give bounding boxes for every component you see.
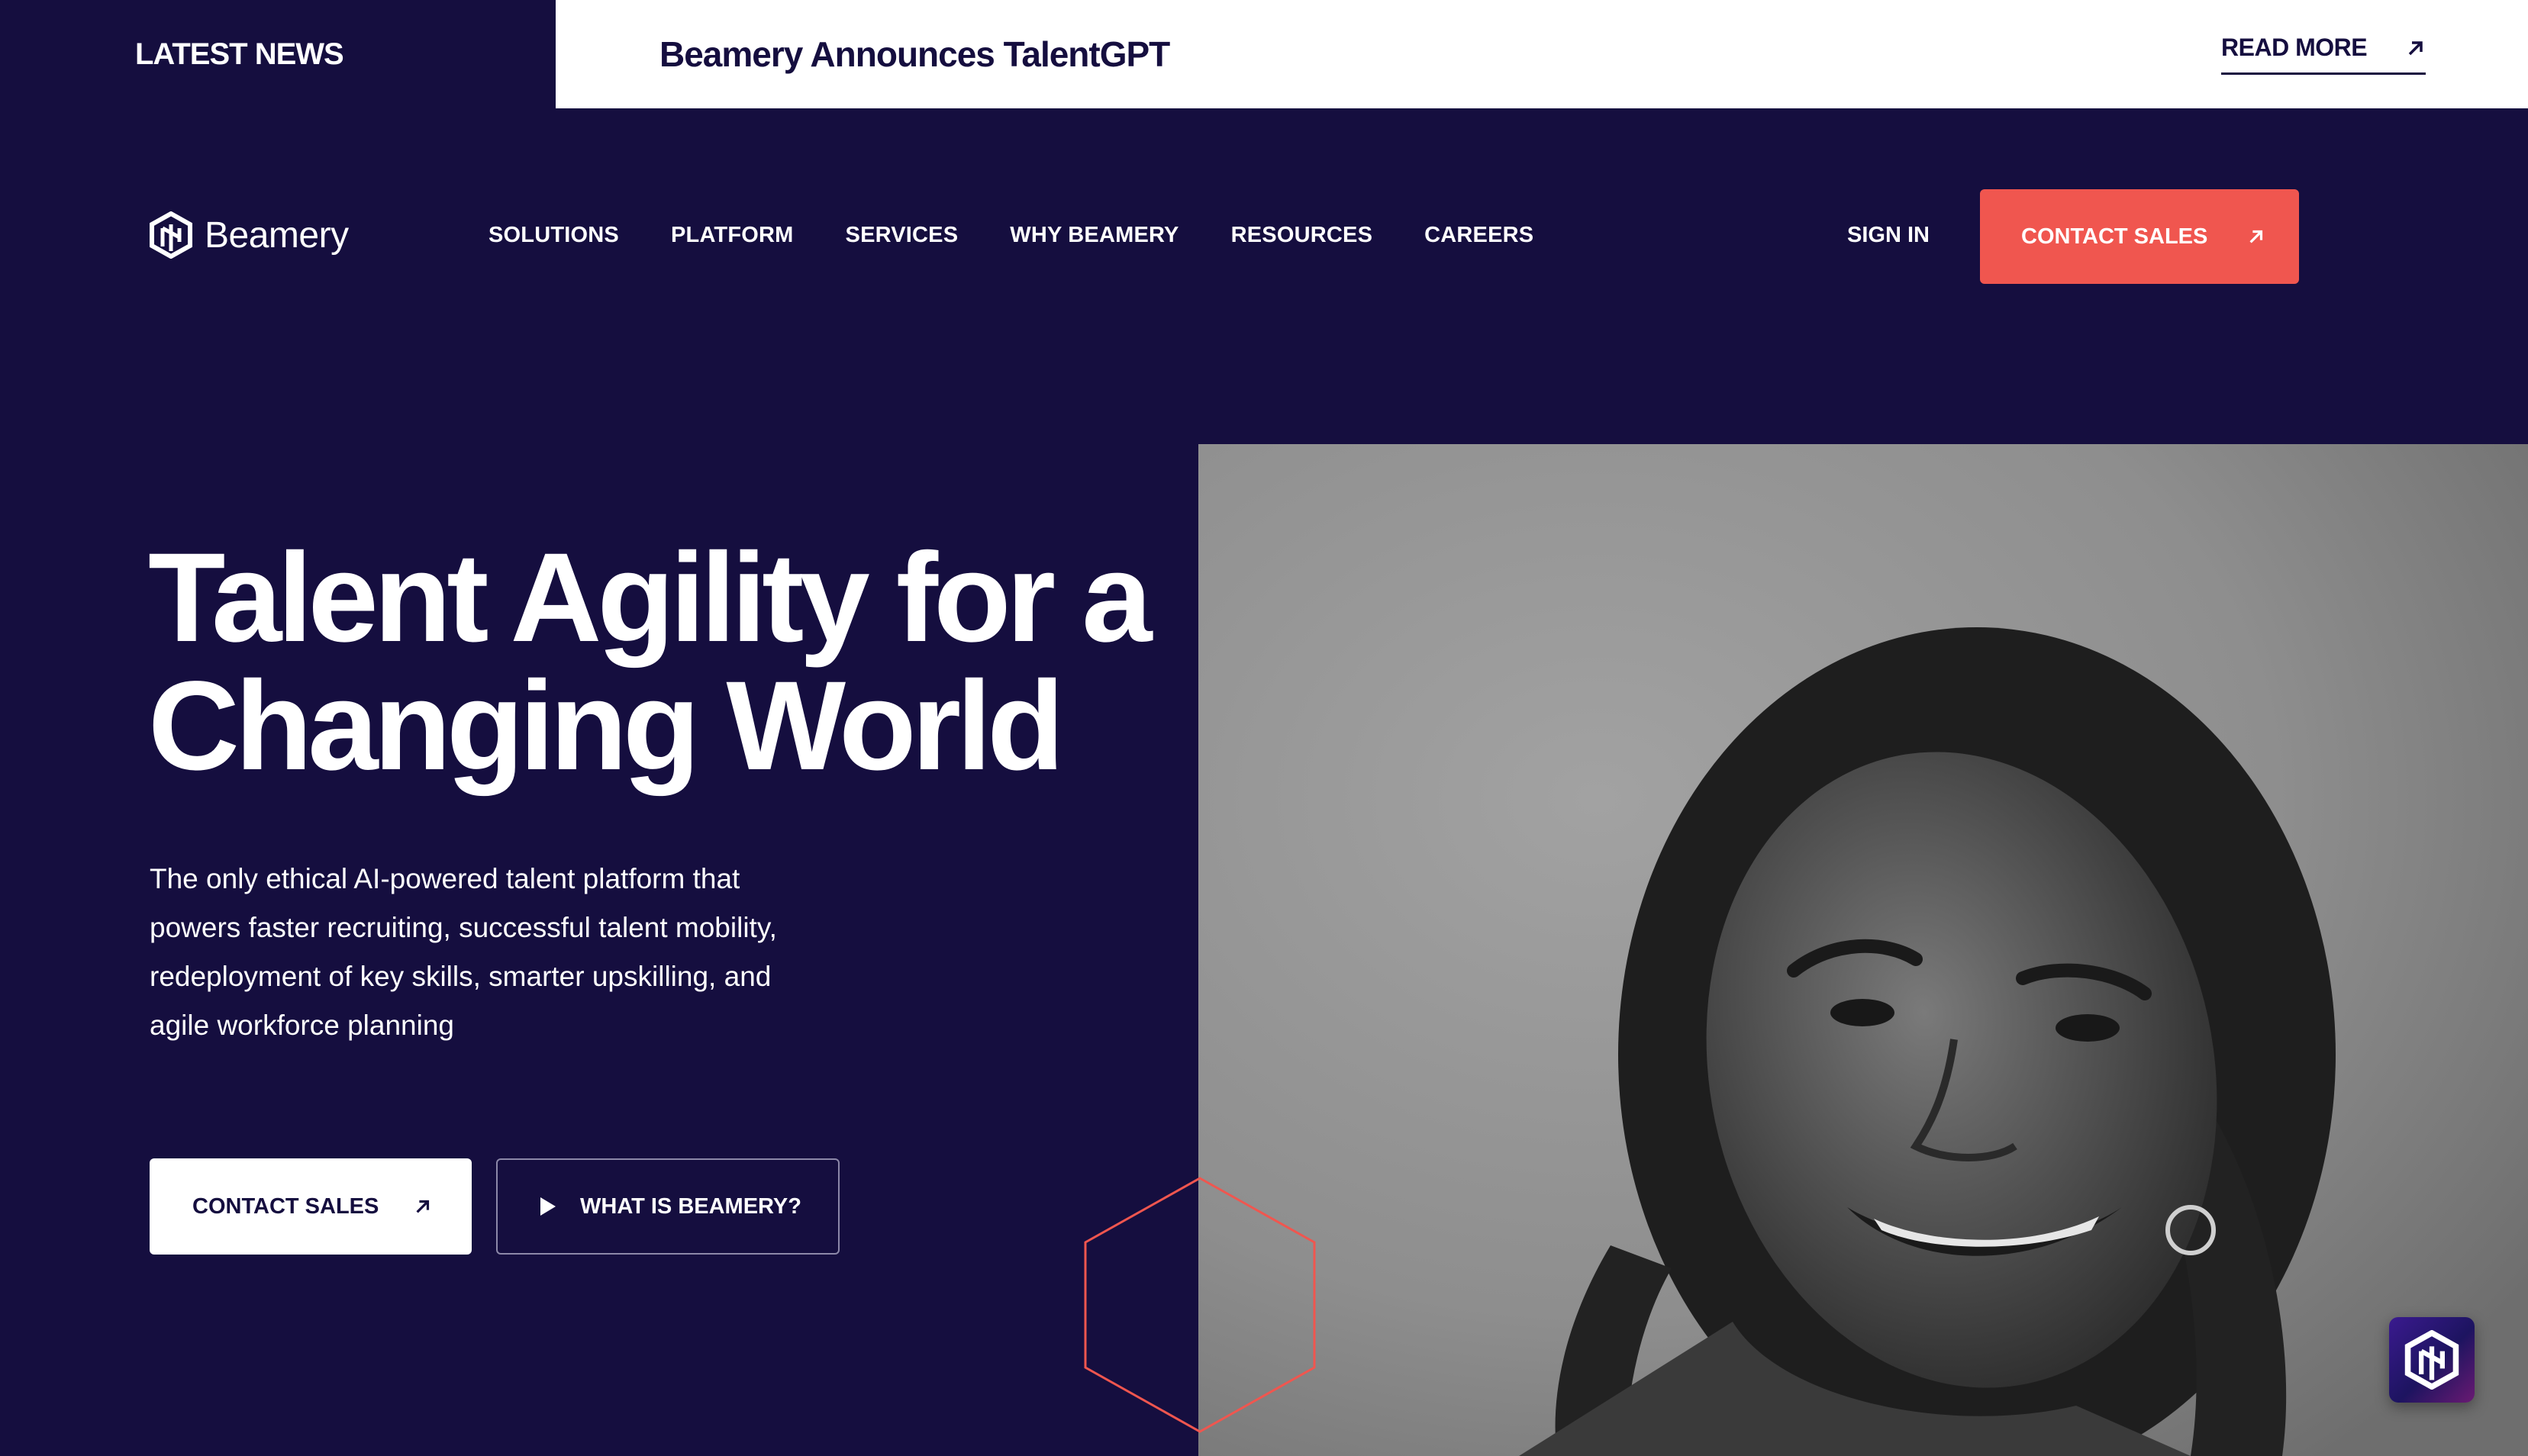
hero-subtext: The only ethical AI-powered talent platf… <box>150 863 777 1041</box>
nav-item-why-beamery[interactable]: WHY BEAMERY <box>1010 220 1179 250</box>
what-is-beamery-label: WHAT IS BEAMERY? <box>580 1193 801 1219</box>
main-nav: SOLUTIONS PLATFORM SERVICES WHY BEAMERY … <box>489 220 1585 250</box>
play-icon <box>540 1197 556 1216</box>
beamery-logo[interactable]: Beamery <box>148 211 349 259</box>
nav-item-solutions[interactable]: SOLUTIONS <box>489 220 619 250</box>
chat-widget-button[interactable] <box>2389 1317 2475 1403</box>
news-strip: Beamery Announces TalentGPT READ MORE <box>556 0 2528 108</box>
beamery-logo-icon <box>150 211 192 259</box>
portrait-image <box>1198 444 2528 1456</box>
arrow-up-right-icon <box>2408 40 2423 55</box>
arrow-up-right-icon <box>2249 230 2263 243</box>
hero-photo <box>1198 444 2528 1456</box>
news-label: LATEST NEWS <box>0 0 556 108</box>
what-is-beamery-button[interactable]: WHAT IS BEAMERY? <box>496 1158 840 1255</box>
nav-item-resources[interactable]: RESOURCES <box>1231 220 1373 250</box>
chat-widget-icon <box>2404 1330 2459 1390</box>
contact-sales-button-header[interactable]: CONTACT SALES <box>1980 189 2299 284</box>
news-bar: LATEST NEWS Beamery Announces TalentGPT … <box>0 0 2528 108</box>
read-more-link[interactable]: READ MORE <box>2221 23 2426 75</box>
nav-item-careers[interactable]: CAREERS <box>1424 220 1533 250</box>
nav-item-services[interactable]: SERVICES <box>846 220 959 250</box>
read-more-label: READ MORE <box>2221 34 2368 61</box>
contact-sales-label: CONTACT SALES <box>192 1193 379 1219</box>
page: LATEST NEWS Beamery Announces TalentGPT … <box>0 0 2528 1456</box>
contact-sales-button[interactable]: CONTACT SALES <box>150 1158 472 1255</box>
hexagon-outline <box>1084 1177 1316 1433</box>
hero-headline: Talent Agility for a Changing World <box>148 534 1217 791</box>
contact-sales-label: CONTACT SALES <box>2021 224 2208 249</box>
hero-headline-line1: Talent Agility for a <box>148 527 1153 668</box>
nav-item-platform[interactable]: PLATFORM <box>671 220 794 250</box>
news-title[interactable]: Beamery Announces TalentGPT <box>659 0 1170 108</box>
arrow-up-right-icon <box>416 1200 430 1213</box>
hero-headline-line2: Changing World <box>148 656 1065 797</box>
brand-name: Beamery <box>205 214 349 256</box>
sign-in-link[interactable]: SIGN IN <box>1847 220 1930 250</box>
